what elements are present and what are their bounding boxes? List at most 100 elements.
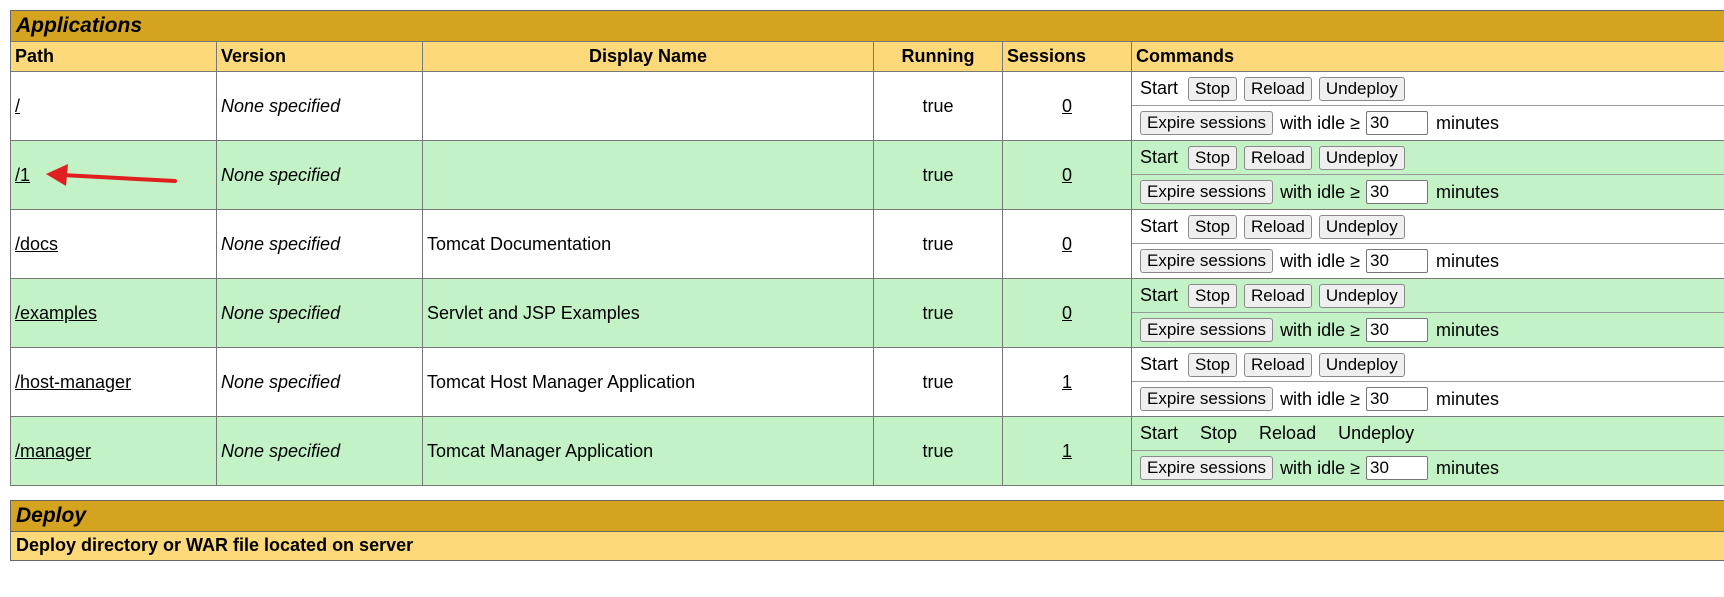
sessions-cell: 0: [1002, 209, 1132, 279]
display-name-cell: Tomcat Documentation: [422, 209, 874, 279]
start-text: Start: [1140, 354, 1179, 374]
running-cell: true: [873, 416, 1003, 486]
header-display-name: Display Name: [422, 41, 874, 72]
with-idle-label: with idle ≥: [1280, 181, 1360, 202]
reload-text: Reload: [1259, 423, 1317, 443]
lifecycle-commands: Start Stop Reload Undeploy: [1132, 417, 1724, 451]
lifecycle-commands: Start Stop Reload Undeploy: [1132, 141, 1724, 175]
undeploy-button[interactable]: Undeploy: [1318, 214, 1405, 239]
expire-sessions-button[interactable]: Expire sessions: [1140, 456, 1274, 480]
start-text: Start: [1140, 216, 1179, 236]
undeploy-button[interactable]: Undeploy: [1318, 283, 1405, 308]
stop-button[interactable]: Stop: [1188, 76, 1237, 101]
path-cell: /host-manager: [10, 347, 217, 417]
undeploy-button[interactable]: Undeploy: [1318, 352, 1405, 377]
expire-sessions-button[interactable]: Expire sessions: [1140, 318, 1274, 342]
commands-cell: Start Stop Reload Undeploy Expire sessions wi…: [1131, 416, 1724, 486]
header-sessions: Sessions: [1002, 41, 1132, 72]
commands-cell: Start Stop Reload Undeploy Expire sessions wi…: [1131, 347, 1724, 417]
running-cell: true: [873, 71, 1003, 141]
path-link[interactable]: /: [15, 96, 20, 116]
idle-minutes-input[interactable]: 30: [1365, 249, 1428, 273]
running-cell: true: [873, 347, 1003, 417]
table-row: /host-manager None specified Tomcat Host M…: [10, 347, 1724, 417]
sessions-link[interactable]: 0: [1062, 165, 1072, 185]
version-cell: None specified: [216, 347, 423, 417]
header-version: Version: [216, 41, 423, 72]
expire-sessions-button[interactable]: Expire sessions: [1140, 180, 1274, 204]
display-name-cell: [422, 71, 874, 141]
display-name-cell: Tomcat Host Manager Application: [422, 347, 874, 417]
sessions-cell: 0: [1002, 140, 1132, 210]
idle-minutes-input[interactable]: 30: [1365, 180, 1428, 204]
minutes-label: minutes: [1435, 250, 1500, 271]
idle-minutes-input[interactable]: 30: [1365, 111, 1428, 135]
header-commands: Commands: [1131, 41, 1724, 72]
expire-sessions-button[interactable]: Expire sessions: [1140, 111, 1274, 135]
sessions-cell: 1: [1002, 416, 1132, 486]
idle-minutes-input[interactable]: 30: [1365, 387, 1428, 411]
commands-cell: Start Stop Reload Undeploy Expire sessions wi…: [1131, 209, 1724, 279]
expire-sessions-form: Expire sessions with idle ≥30 minutes: [1132, 451, 1724, 485]
applications-table: Path Version Display Name Running Sessio…: [10, 41, 1724, 486]
idle-minutes-input[interactable]: 30: [1365, 318, 1428, 342]
minutes-label: minutes: [1435, 181, 1500, 202]
stop-button[interactable]: Stop: [1188, 214, 1237, 239]
version-cell: None specified: [216, 416, 423, 486]
path-link[interactable]: /host-manager: [15, 372, 131, 392]
reload-button[interactable]: Reload: [1244, 283, 1312, 308]
path-cell: /: [10, 71, 217, 141]
undeploy-button[interactable]: Undeploy: [1318, 76, 1405, 101]
lifecycle-commands: Start Stop Reload Undeploy: [1132, 279, 1724, 313]
display-name-cell: [422, 140, 874, 210]
lifecycle-commands: Start Stop Reload Undeploy: [1132, 72, 1724, 106]
sessions-link[interactable]: 0: [1062, 96, 1072, 116]
idle-minutes-input[interactable]: 30: [1365, 456, 1428, 480]
reload-button[interactable]: Reload: [1244, 145, 1312, 170]
expire-sessions-button[interactable]: Expire sessions: [1140, 387, 1274, 411]
lifecycle-commands: Start Stop Reload Undeploy: [1132, 210, 1724, 244]
minutes-label: minutes: [1435, 388, 1500, 409]
deploy-subtitle: Deploy directory or WAR file located on …: [10, 531, 1724, 561]
table-row: /manager None specified Tomcat Manager App…: [10, 416, 1724, 486]
table-header-row: Path Version Display Name Running Sessio…: [10, 41, 1724, 72]
sessions-link[interactable]: 0: [1062, 234, 1072, 254]
start-text: Start: [1140, 147, 1179, 167]
stop-button[interactable]: Stop: [1188, 283, 1237, 308]
stop-button[interactable]: Stop: [1188, 352, 1237, 377]
start-text: Start: [1140, 423, 1179, 443]
reload-button[interactable]: Reload: [1244, 352, 1312, 377]
stop-text: Stop: [1200, 423, 1238, 443]
path-link[interactable]: /examples: [15, 303, 97, 323]
sessions-link[interactable]: 0: [1062, 303, 1072, 323]
reload-button[interactable]: Reload: [1244, 76, 1312, 101]
stop-button[interactable]: Stop: [1188, 145, 1237, 170]
sessions-cell: 0: [1002, 71, 1132, 141]
commands-cell: Start Stop Reload Undeploy Expire sessions wi…: [1131, 278, 1724, 348]
expire-sessions-button[interactable]: Expire sessions: [1140, 249, 1274, 273]
commands-cell: Start Stop Reload Undeploy Expire sessions wi…: [1131, 140, 1724, 210]
display-name-cell: Servlet and JSP Examples: [422, 278, 874, 348]
minutes-label: minutes: [1435, 457, 1500, 478]
with-idle-label: with idle ≥: [1280, 319, 1360, 340]
lifecycle-commands: Start Stop Reload Undeploy: [1132, 348, 1724, 382]
reload-button[interactable]: Reload: [1244, 214, 1312, 239]
path-link[interactable]: /docs: [15, 234, 58, 254]
expire-sessions-form: Expire sessions with idle ≥30 minutes: [1132, 175, 1724, 209]
expire-sessions-form: Expire sessions with idle ≥30 minutes: [1132, 313, 1724, 347]
path-link[interactable]: /manager: [15, 441, 91, 461]
expire-sessions-form: Expire sessions with idle ≥30 minutes: [1132, 106, 1724, 140]
header-path: Path: [10, 41, 217, 72]
version-cell: None specified: [216, 278, 423, 348]
path-cell: /docs: [10, 209, 217, 279]
sessions-link[interactable]: 1: [1062, 441, 1072, 461]
sessions-link[interactable]: 1: [1062, 372, 1072, 392]
undeploy-button[interactable]: Undeploy: [1318, 145, 1405, 170]
table-row: /1 None specified true 0 Start Stop Reload Unde…: [10, 140, 1724, 210]
red-arrow-annotation: [46, 164, 177, 186]
with-idle-label: with idle ≥: [1280, 250, 1360, 271]
path-link[interactable]: /1: [15, 165, 30, 185]
with-idle-label: with idle ≥: [1280, 457, 1360, 478]
expire-sessions-form: Expire sessions with idle ≥30 minutes: [1132, 244, 1724, 278]
with-idle-label: with idle ≥: [1280, 112, 1360, 133]
